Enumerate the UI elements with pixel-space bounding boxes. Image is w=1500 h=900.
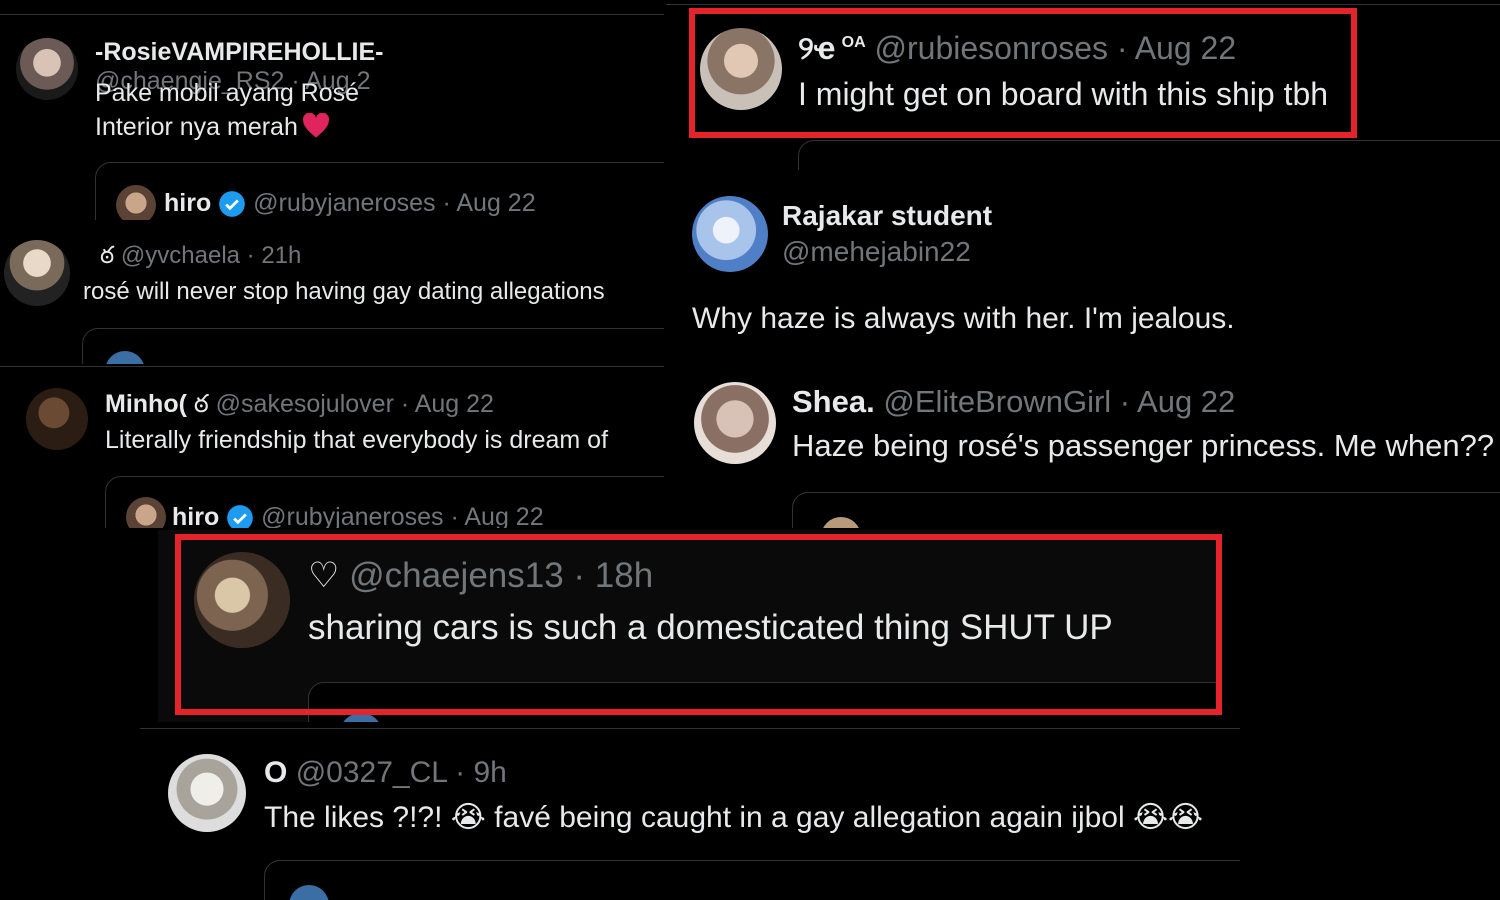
heart-icon <box>302 112 329 138</box>
tweet-line: Pake mobil ayang Rosé <box>95 79 360 107</box>
handle-time[interactable]: @EliteBrownGirl · Aug 22 <box>883 384 1235 419</box>
tweet-text: Pake mobil ayang Rosé Interior nya merah <box>95 76 359 144</box>
divider <box>0 366 664 367</box>
avatar <box>116 185 156 220</box>
quote-display-name[interactable]: hiro <box>164 189 211 217</box>
tweet-text-b: favé being caught in a gay allegation ag… <box>494 801 1125 834</box>
badge-icon: ఠ <box>193 390 209 418</box>
divider <box>666 4 1500 5</box>
quote-tweet[interactable] <box>264 860 1240 900</box>
handle-time[interactable]: @sakesojulover · Aug 22 <box>216 390 494 418</box>
avatar[interactable] <box>694 382 776 464</box>
display-name[interactable]: Shea. <box>792 384 875 419</box>
tweet-text: Why haze is always with her. I'm jealous… <box>692 302 1235 335</box>
handle-time[interactable]: @yvchaela · 21h <box>121 242 301 269</box>
avatar[interactable] <box>4 240 70 306</box>
crying-emoji-icon: 😭 <box>450 801 486 834</box>
quote-tweet[interactable] <box>798 140 1500 170</box>
handle[interactable]: @mehejabin22 <box>782 236 971 268</box>
avatar[interactable] <box>168 754 246 832</box>
tweet-line-wrap: Interior nya merah <box>95 110 359 144</box>
highlight-box <box>175 534 1222 715</box>
tweet-minho[interactable]: Minho( ఠ @sakesojulover · Aug 22 Literal… <box>0 364 664 528</box>
tweet-text: Literally friendship that everybody is d… <box>105 426 609 454</box>
tweet-text: Haze being rosé's passenger princess. Me… <box>792 428 1495 463</box>
avatar[interactable] <box>692 196 768 272</box>
tweet-line: Interior nya merah <box>95 113 298 141</box>
tweet-o[interactable]: O @0327_CL · 9h The likes ?!?! 😭 favé be… <box>140 722 1240 900</box>
highlight-box <box>689 8 1357 138</box>
tweet-rosie[interactable]: -RosieVAMPIREHOLLIE- @chaengie_RS2 · Aug… <box>0 14 664 220</box>
display-name[interactable]: -RosieVAMPIREHOLLIE- <box>95 38 383 66</box>
quote-handle-time[interactable]: @rubyjaneroses · Aug 22 <box>253 189 535 217</box>
avatar <box>126 497 166 528</box>
tweet-shea[interactable]: Shea. @EliteBrownGirl · Aug 22 Haze bein… <box>666 370 1500 528</box>
verified-icon <box>219 191 246 218</box>
quote-tweet[interactable]: hiro @rubyjaneroses · Aug 22 <box>105 476 664 528</box>
divider <box>140 728 1240 729</box>
badge-icon: ఠ <box>100 242 115 269</box>
handle-time[interactable]: @0327_CL · 9h <box>296 756 507 789</box>
quote-display-name[interactable]: hiro <box>172 503 219 528</box>
avatar <box>289 885 329 900</box>
tweet-text-a: The likes ?!?! <box>264 801 443 834</box>
crying-emoji-icon: 😭 <box>1168 801 1204 834</box>
crying-emoji-icon: 😭 <box>1132 801 1169 834</box>
divider <box>0 14 664 15</box>
tweet-text: rosé will never stop having gay dating a… <box>83 278 605 305</box>
tweet-yvchaela[interactable]: ఠ @yvchaela · 21h rosé will never stop h… <box>0 220 664 364</box>
quote-tweet[interactable] <box>82 328 664 364</box>
tweet-text: The likes ?!?! 😭 favé being caught in a … <box>264 800 1203 835</box>
avatar <box>821 517 861 528</box>
quote-handle-time[interactable]: @rubyjaneroses · Aug 22 <box>261 503 543 528</box>
quote-tweet[interactable]: hiro @rubyjaneroses · Aug 22 <box>95 162 664 220</box>
display-name[interactable]: O <box>264 756 287 789</box>
quote-tweet[interactable] <box>792 492 1500 528</box>
display-name[interactable]: Rajakar student <box>782 200 992 232</box>
verified-icon <box>227 505 254 528</box>
avatar[interactable] <box>16 38 78 100</box>
tweet-rajakar[interactable]: Rajakar student @mehejabin22 Why haze is… <box>666 170 1500 370</box>
display-name[interactable]: Minho( <box>105 390 187 418</box>
avatar <box>105 351 145 364</box>
tweet-thread-right: Rajakar student @mehejabin22 Why haze is… <box>666 170 1500 528</box>
avatar[interactable] <box>26 388 88 450</box>
